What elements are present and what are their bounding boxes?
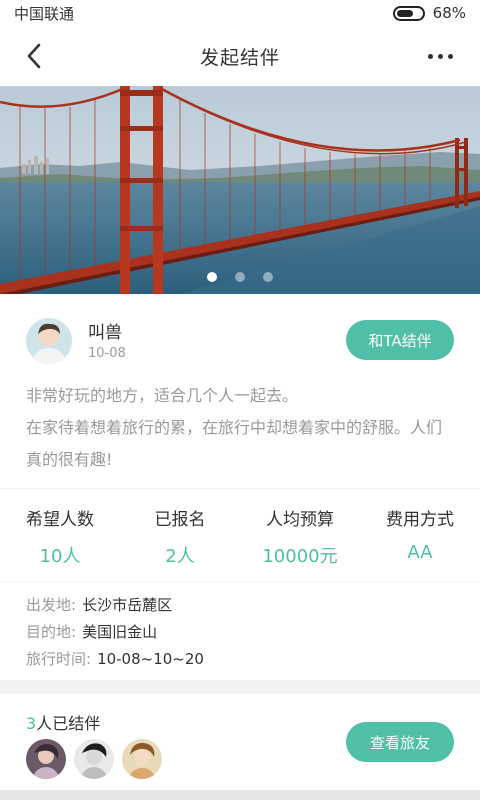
stat-value: 2人 <box>165 546 195 567</box>
chevron-left-icon <box>27 43 41 69</box>
trip-description: 非常好玩的地方，适合几个人一起去。 在家待着想着旅行的累，在旅行中却想着家中的舒… <box>26 380 456 476</box>
description-line: 非常好玩的地方，适合几个人一起去。 <box>26 386 299 405</box>
carousel-indicators <box>0 272 480 282</box>
description-line: 在家待着想着旅行的累，在旅行中却想着家中的舒服。人们真的很有趣! <box>26 418 443 469</box>
stat-value: 10000元 <box>262 546 338 567</box>
destination-label: 目的地: <box>26 623 77 641</box>
battery-fill <box>396 9 413 17</box>
stat-value: AA <box>407 542 433 563</box>
organizer-name: 叫兽 <box>88 323 122 343</box>
bottom-edge <box>0 790 480 800</box>
organizer-date: 10-08 <box>88 346 126 361</box>
carrier-label: 中国联通 <box>14 4 75 23</box>
stat-label: 希望人数 <box>26 510 94 530</box>
battery-icon <box>392 5 425 21</box>
stat-label: 人均预算 <box>266 510 334 530</box>
departure-label: 出发地: <box>26 596 77 614</box>
stat-registered: 已报名 2人 <box>120 489 240 581</box>
more-dot <box>437 53 443 59</box>
stat-payment: 费用方式 AA <box>360 489 480 581</box>
partner-avatar[interactable] <box>122 739 162 779</box>
time-label: 旅行时间: <box>26 650 92 668</box>
partner-avatar[interactable] <box>74 739 114 779</box>
departure-value: 长沙市岳麓区 <box>82 596 173 614</box>
banner-carousel[interactable] <box>0 86 480 294</box>
trip-stats: 希望人数 10人 已报名 2人 人均预算 10000元 费用方式 AA <box>0 489 480 581</box>
partner-avatar-image <box>122 739 162 779</box>
stat-desired-people: 希望人数 10人 <box>0 489 120 581</box>
partners-title: 3人已结伴 <box>26 710 100 734</box>
partner-avatar[interactable] <box>26 739 66 779</box>
departure-row: 出发地: 长沙市岳麓区 <box>26 592 454 619</box>
more-button[interactable] <box>420 42 460 70</box>
organizer-card: 叫兽 10-08 和TA结伴 非常好玩的地方，适合几个人一起去。 在家待着想着旅… <box>0 294 480 488</box>
avatar[interactable] <box>26 318 72 364</box>
stat-label: 已报名 <box>154 510 206 530</box>
trip-info: 出发地: 长沙市岳麓区 目的地: 美国旧金山 旅行时间: 10-08~10~20 <box>0 582 480 680</box>
time-row: 旅行时间: 10-08~10~20 <box>26 646 454 673</box>
golden-gate-bridge-image <box>0 86 480 294</box>
stat-value: 10人 <box>39 546 81 567</box>
nav-bar: 发起结伴 <box>0 26 480 86</box>
stat-label: 费用方式 <box>386 510 454 530</box>
view-partners-button[interactable]: 查看旅友 <box>346 722 454 762</box>
destination-value: 美国旧金山 <box>82 623 158 641</box>
back-button[interactable] <box>18 40 50 72</box>
join-button[interactable]: 和TA结伴 <box>346 320 454 360</box>
carousel-dot[interactable] <box>207 272 217 282</box>
more-dot <box>447 53 453 59</box>
stat-budget: 人均预算 10000元 <box>240 489 360 581</box>
partners-suffix: 人已结伴 <box>36 714 101 733</box>
partner-avatar-image <box>74 739 114 779</box>
time-value: 10-08~10~20 <box>97 650 204 668</box>
status-bar: 中国联通 68% <box>0 0 480 26</box>
carousel-dot[interactable] <box>263 272 273 282</box>
status-right: 68% <box>392 4 466 22</box>
partner-avatar-image <box>26 739 66 779</box>
page-title: 发起结伴 <box>199 46 280 69</box>
partners-count: 3 <box>26 714 37 733</box>
user-avatar-image <box>26 318 72 364</box>
more-dots-icon <box>427 53 433 59</box>
partners-section: 3人已结伴 查看旅友 <box>0 694 480 790</box>
carousel-dot[interactable] <box>235 272 245 282</box>
battery-percent: 68% <box>432 4 466 22</box>
destination-row: 目的地: 美国旧金山 <box>26 619 454 646</box>
